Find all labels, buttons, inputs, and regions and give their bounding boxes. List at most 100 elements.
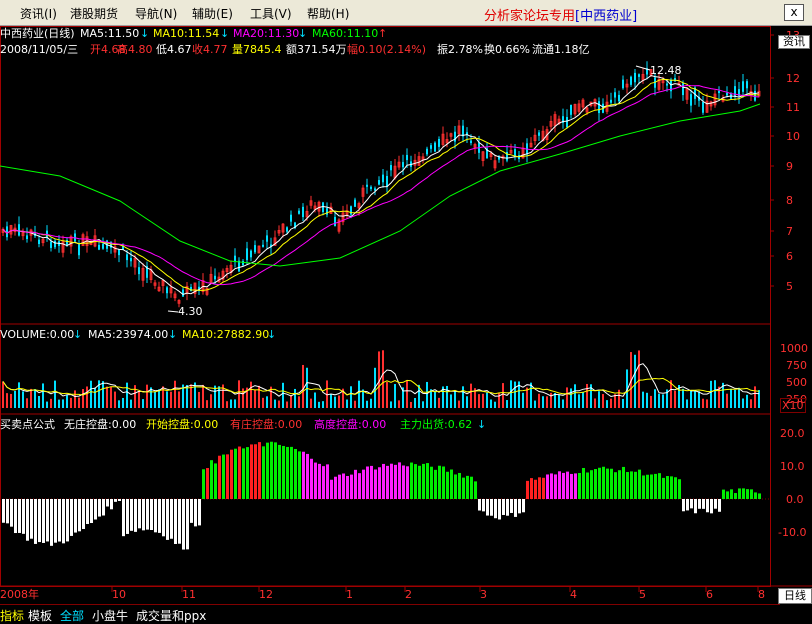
candle-body xyxy=(742,81,744,92)
candle-body xyxy=(98,244,100,250)
indicator-bar xyxy=(86,499,89,525)
menu-assist[interactable]: 辅助(E) xyxy=(192,5,233,22)
indicator-bar xyxy=(66,499,69,542)
indicator-bar xyxy=(98,499,101,517)
candle-body xyxy=(326,208,328,215)
indicator-bar xyxy=(726,491,729,499)
volume-unit: X10 xyxy=(780,398,806,413)
tab-small-cap[interactable]: 小盘牛 xyxy=(92,607,128,624)
candle-body xyxy=(6,226,8,238)
indicator-bar xyxy=(658,473,661,499)
indicator-bar xyxy=(270,441,273,499)
indicator-bar xyxy=(678,479,681,499)
indicator-bar xyxy=(230,449,233,499)
time-label-2: 2 xyxy=(405,588,412,601)
indicator-bar xyxy=(714,499,717,509)
candle-body xyxy=(38,239,40,244)
indicator-axis-0: 0.0 xyxy=(786,493,804,506)
indicator-bar xyxy=(646,474,649,499)
indicator-bar xyxy=(434,469,437,499)
menu-hk-futures[interactable]: 港股期货 xyxy=(70,5,118,22)
indicator-bar xyxy=(634,471,637,499)
indicator-bar xyxy=(262,446,265,499)
time-label-3: 3 xyxy=(480,588,487,601)
indicator-bar xyxy=(406,466,409,499)
info-float: 流通1.18亿 xyxy=(532,43,590,56)
price-axis-9: 9 xyxy=(786,160,793,173)
menu-help[interactable]: 帮助(H) xyxy=(307,5,349,22)
indicator-bar xyxy=(690,499,693,509)
indicator-bar xyxy=(734,493,737,499)
indicator-bar xyxy=(206,468,209,499)
indicator-bar xyxy=(462,477,465,499)
indicator-bar xyxy=(526,480,529,499)
ma10-line xyxy=(2,78,760,291)
candle-body xyxy=(386,175,388,187)
price-axis-7: 7 xyxy=(786,225,793,238)
info-close: 收4.77 xyxy=(192,43,228,56)
time-label-2008: 2008年 xyxy=(0,588,39,601)
candle-body xyxy=(570,104,572,115)
candle-body xyxy=(614,92,616,98)
info-side-button[interactable]: 资讯 xyxy=(778,35,810,49)
indicator-bar xyxy=(214,463,217,499)
title-stock: [中西药业] xyxy=(575,9,638,24)
indicator-bar xyxy=(50,499,53,546)
indicator-bar xyxy=(450,469,453,499)
indicator-bar xyxy=(190,499,193,523)
indicator-bar xyxy=(474,481,477,499)
indicator-bar xyxy=(26,499,29,541)
indicator-bar xyxy=(6,499,9,524)
tab-all[interactable]: 全部 xyxy=(60,607,84,624)
ma20-line xyxy=(2,84,760,286)
indicator-bar xyxy=(74,499,77,533)
period-button[interactable]: 日线 xyxy=(778,588,812,604)
menu-navigate[interactable]: 导航(N) xyxy=(135,5,177,22)
menu-tools[interactable]: 工具(V) xyxy=(250,5,292,22)
indicator-bar xyxy=(186,499,189,550)
indicator-bar xyxy=(346,476,349,499)
tab-indicator[interactable]: 指标 xyxy=(0,607,24,624)
indicator-bar xyxy=(466,475,469,499)
tab-template[interactable]: 模板 xyxy=(28,607,52,624)
indicator-bar xyxy=(158,499,161,533)
indicator-bar xyxy=(514,499,517,517)
indicator-bar xyxy=(650,474,653,499)
low-price-mark: 4.30 xyxy=(178,305,203,318)
candle-body xyxy=(366,184,368,187)
candle-body xyxy=(250,250,252,258)
candle-body xyxy=(266,235,268,242)
tab-volume-ppx[interactable]: 成交量和ppx xyxy=(136,607,206,624)
candle-body xyxy=(214,275,216,280)
candle-body xyxy=(430,145,432,149)
indicator-bar xyxy=(694,499,697,514)
close-button[interactable]: x xyxy=(784,4,804,21)
ma10-label: MA10:11.54 xyxy=(153,27,220,40)
indicator-bar xyxy=(458,472,461,499)
indicator-bar xyxy=(290,446,293,499)
indicator-bar xyxy=(242,448,245,499)
indicator-bar xyxy=(222,454,225,499)
candle-body xyxy=(118,249,120,256)
indicator-bar xyxy=(594,469,597,499)
indicator-bar xyxy=(642,475,645,499)
candle-body xyxy=(682,83,684,96)
indicator-bar xyxy=(154,499,157,533)
indicator-bar xyxy=(506,499,509,516)
indicator-bar xyxy=(758,493,761,499)
kline-chart[interactable] xyxy=(0,26,812,604)
arrow-down-icon: ↓ xyxy=(220,27,230,40)
candle-body xyxy=(242,260,244,266)
info-change: 幅0.10(2.14%) xyxy=(347,43,427,56)
candle-body xyxy=(350,206,352,215)
indicator-bar xyxy=(14,499,17,534)
menu-info[interactable]: 资讯(I) xyxy=(20,5,57,22)
time-label-4: 4 xyxy=(570,588,577,601)
candle-body xyxy=(638,74,640,77)
indicator-bar xyxy=(162,499,165,537)
candle-body xyxy=(334,216,336,226)
candle-body xyxy=(246,248,248,261)
arrow-down-icon: ↓ xyxy=(477,418,487,431)
indicator-bar xyxy=(502,499,505,515)
price-axis-5: 5 xyxy=(786,280,793,293)
